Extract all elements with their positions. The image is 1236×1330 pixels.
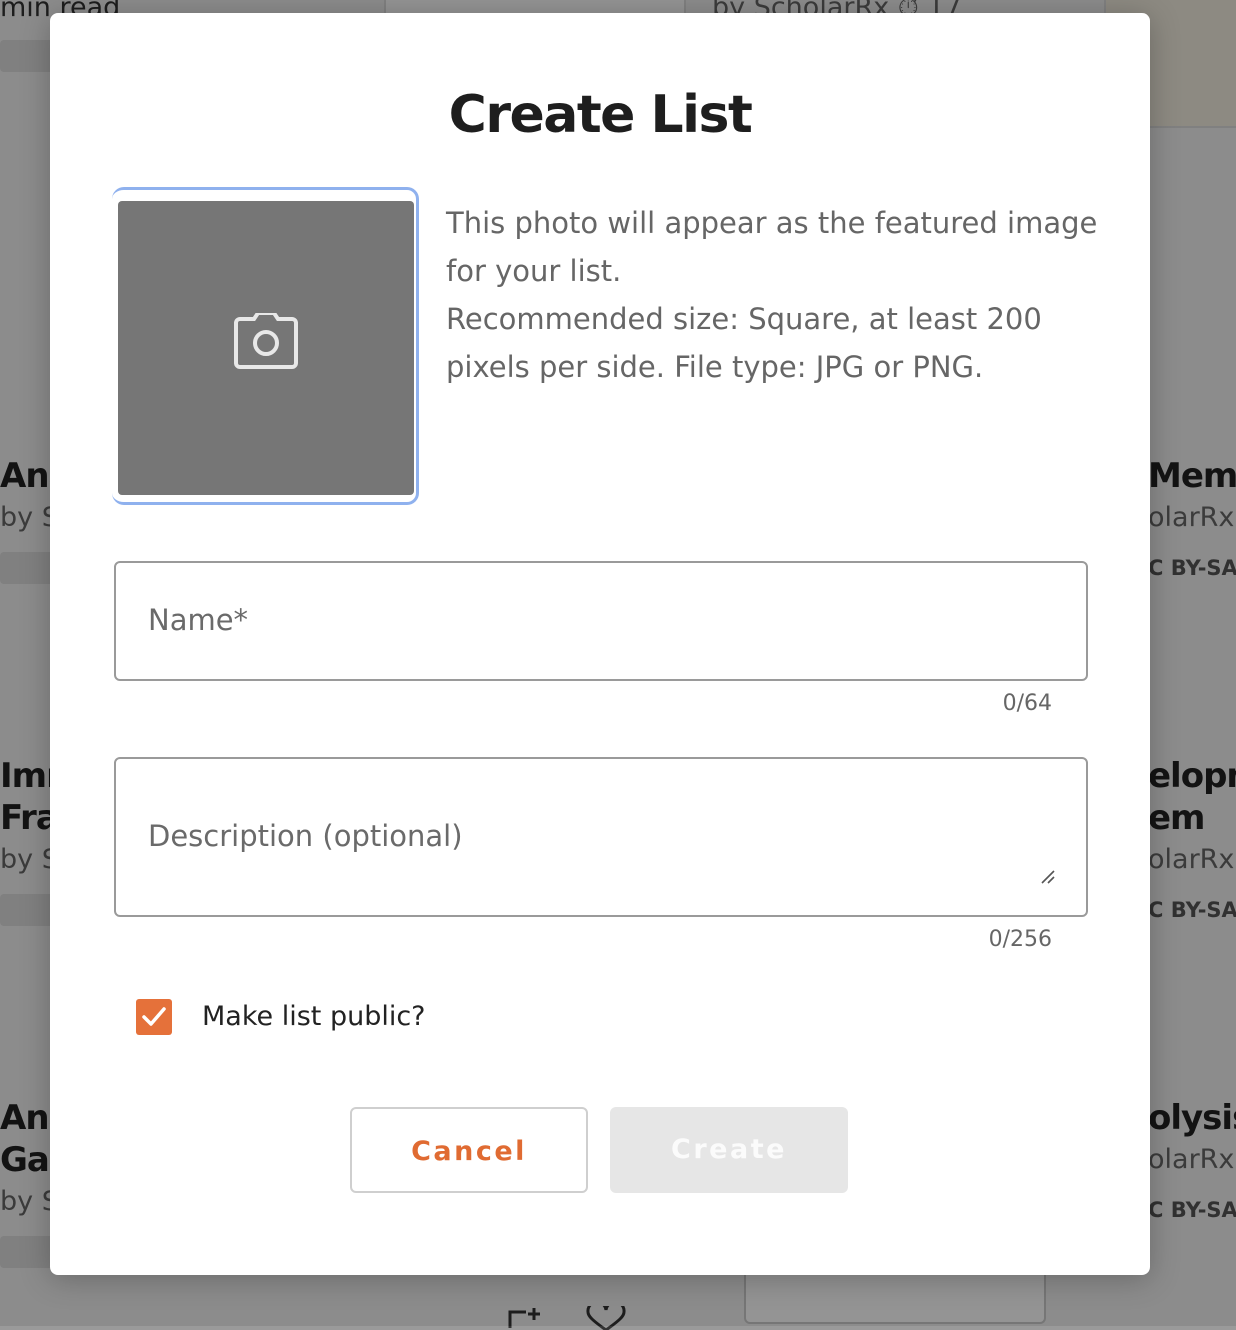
name-input[interactable]: Name* <box>114 561 1088 681</box>
description-char-counter: 0/256 <box>988 927 1052 952</box>
create-list-dialog: Create List This photo will appear as th… <box>50 13 1150 1275</box>
camera-icon <box>234 313 298 369</box>
create-button[interactable]: Create <box>610 1107 848 1193</box>
name-char-counter: 0/64 <box>1002 691 1052 716</box>
name-input-placeholder: Name* <box>148 603 249 637</box>
make-public-checkbox[interactable] <box>136 999 172 1035</box>
dialog-title: Create List <box>448 85 753 145</box>
checkmark-icon <box>142 1007 166 1026</box>
description-textarea[interactable]: Description (optional) <box>114 757 1088 917</box>
resize-handle-icon[interactable] <box>1040 869 1056 885</box>
description-placeholder: Description (optional) <box>148 819 463 853</box>
photo-requirements-text: Recommended size: Square, at least 200 p… <box>446 302 1042 384</box>
photo-description-text: This photo will appear as the featured i… <box>446 206 1098 288</box>
make-public-label[interactable]: Make list public? <box>202 1001 426 1032</box>
cancel-button[interactable]: Cancel <box>350 1107 588 1193</box>
featured-image-upload[interactable] <box>118 201 414 495</box>
photo-description: This photo will appear as the featured i… <box>446 199 1106 391</box>
